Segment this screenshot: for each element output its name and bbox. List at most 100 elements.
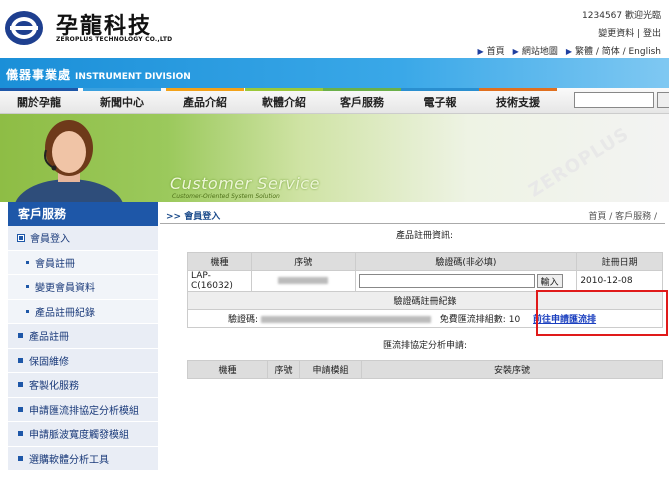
sidebar-item-label: 會員註冊 [35, 258, 75, 270]
sitemap-link-label: 網站地圖 [521, 47, 558, 57]
sidebar-item-warranty[interactable]: 保固維修 [8, 348, 158, 373]
logo-english-name: ZEROPLUS TECHNOLOGY CO.,LTD [56, 36, 173, 43]
nav-customer-service[interactable]: 客戶服務 [323, 88, 401, 114]
blurred-code [260, 316, 431, 323]
sidebar-item-label: 產品註冊紀錄 [35, 307, 95, 319]
square-bullet-icon [18, 357, 23, 363]
breadcrumb: >> 會員登入 首頁 / 客戶服務 / [160, 206, 665, 224]
division-title-cn: 儀器事業處 [6, 68, 72, 82]
breadcrumb-path: 首頁 / 客戶服務 / [588, 212, 657, 222]
sidebar-item-bus-module[interactable]: 申請匯流排協定分析模組 [8, 397, 158, 422]
table-header-row: 機種 序號 驗證碼(非必填) 註冊日期 [187, 252, 663, 271]
nav-color-bar [479, 88, 557, 91]
square-bullet-icon [18, 455, 23, 461]
nav-software[interactable]: 軟體介紹 [245, 88, 323, 114]
sidebar-item-label: 選購軟體分析工具 [29, 454, 109, 466]
code-label: 驗證碼: [228, 315, 259, 325]
table-row: LAP-C(16032) 輸入 2010-12-08 [187, 270, 663, 292]
nav-color-bar [323, 88, 401, 91]
cell-code-input: 輸入 [354, 270, 578, 292]
sidebar-item-label: 申請匯流排協定分析模組 [29, 405, 139, 417]
main-nav: 關於孕龍 新聞中心 產品介紹 軟體介紹 客戶服務 電子報 技術支援 [0, 88, 669, 114]
header-serial: 序號 [250, 252, 356, 271]
header-model: 機種 [187, 252, 252, 271]
language-links[interactable]: ▶ 繁體 / 简体 / English [566, 44, 661, 57]
nav-color-bar [166, 88, 244, 91]
bus-application-title: 匯流排協定分析申請: [383, 341, 468, 351]
free-bus-label: 免費匯流排組數: [439, 315, 506, 325]
division-title-en: INSTRUMENT DIVISION [75, 72, 191, 82]
nav-software-label: 軟體介紹 [262, 96, 306, 109]
search-input[interactable] [574, 92, 654, 108]
nav-newsletter[interactable]: 電子報 [401, 88, 479, 114]
triangle-bullet-icon: ▶ [477, 47, 484, 56]
nav-tech-support-label: 技術支援 [496, 96, 540, 109]
nav-tech-support[interactable]: 技術支援 [479, 88, 557, 114]
sidebar-item-label: 變更會員資料 [35, 283, 95, 295]
top-links: ▶ 首頁 ▶ 網站地圖 ▶ 繁體 / 简体 / English [477, 44, 661, 57]
sidebar-item-label: 會員登入 [30, 234, 70, 246]
triangle-bullet-icon: ▶ [512, 47, 519, 56]
sidebar-title: 客戶服務 [8, 202, 158, 226]
header-module: 申請模組 [299, 360, 362, 379]
sidebar-item-member-register[interactable]: 會員註冊 [8, 250, 158, 275]
zeroplus-logo-icon[interactable] [4, 8, 44, 48]
nav-products[interactable]: 產品介紹 [166, 88, 244, 114]
square-bullet-icon [18, 333, 23, 339]
sitemap-link[interactable]: ▶ 網站地圖 [513, 44, 558, 57]
square-bullet-icon [26, 309, 29, 313]
header-register-date: 註冊日期 [576, 252, 663, 271]
home-link-label: 首頁 [486, 47, 505, 57]
cell-model: LAP-C(16032) [187, 270, 252, 292]
header-verification-code: 驗證碼(非必填) [354, 252, 578, 271]
nav-about[interactable]: 關於孕龍 [0, 88, 78, 114]
hero-brand-watermark: ZEROPLUS [525, 123, 634, 202]
verification-code-input[interactable] [358, 274, 535, 288]
support-agent-photo [15, 120, 123, 202]
square-bullet-icon [18, 406, 23, 412]
logout-link[interactable]: 登出 [643, 29, 661, 39]
triangle-bullet-icon: ▶ [565, 47, 572, 56]
header: 孕龍科技 ZEROPLUS TECHNOLOGY CO.,LTD 1234567… [0, 0, 669, 58]
sidebar-item-member-login[interactable]: 會員登入 [8, 226, 158, 251]
change-profile-link[interactable]: 變更資料 [598, 29, 634, 39]
sidebar-item-software-tools[interactable]: 選購軟體分析工具 [8, 446, 158, 471]
sidebar-item-label: 產品註冊 [29, 332, 69, 344]
highlight-box [536, 290, 668, 336]
user-links: 變更資料 | 登出 [598, 26, 661, 39]
header-install-serial: 安裝序號 [361, 360, 663, 379]
user-greeting: 1234567 歡迎光臨 [582, 11, 661, 21]
sidebar-item-product-register[interactable]: 產品註冊 [8, 324, 158, 349]
nav-color-bar [83, 88, 161, 91]
square-bullet-icon [26, 260, 29, 264]
enter-button[interactable]: 輸入 [536, 274, 563, 288]
sidebar-item-customization[interactable]: 客製化服務 [8, 373, 158, 398]
nav-products-label: 產品介紹 [183, 96, 227, 109]
free-bus-count: 10 [508, 315, 521, 325]
sidebar-item-label: 申請脈波寬度觸發模組 [29, 430, 129, 442]
header-model: 機種 [187, 360, 268, 379]
nav-about-label: 關於孕龍 [17, 96, 61, 109]
hero-banner: Customer Service Customer-Oriented Syste… [0, 114, 669, 202]
hero-subtitle: Customer-Oriented System Solution [172, 193, 280, 200]
square-bullet-icon [18, 431, 23, 437]
search-button[interactable] [657, 92, 669, 108]
sidebar-item-registration-records[interactable]: 產品註冊紀錄 [8, 299, 158, 324]
square-bullet-icon [17, 233, 25, 242]
home-link[interactable]: ▶ 首頁 [477, 44, 504, 57]
sidebar-item-pulse-module[interactable]: 申請脈波寬度觸發模組 [8, 422, 158, 447]
square-bullet-icon [26, 285, 29, 289]
sidebar: 客戶服務 會員登入 會員註冊 變更會員資料 產品註冊紀錄 產品註冊 保固維修 客… [8, 202, 158, 487]
page-title: >> 會員登入 [166, 212, 221, 222]
division-title: 儀器事業處 INSTRUMENT DIVISION [6, 66, 191, 83]
sidebar-item-change-profile[interactable]: 變更會員資料 [8, 275, 158, 300]
hero-title: Customer Service [170, 174, 320, 193]
header-serial: 序號 [267, 360, 300, 379]
language-links-label: 繁體 / 简体 / English [574, 47, 661, 57]
nav-color-bar [0, 88, 78, 91]
bus-application-table: 機種 序號 申請模組 安裝序號 [187, 360, 663, 379]
nav-news-label: 新聞中心 [100, 96, 144, 109]
registration-info-title: 產品註冊資訊: [396, 231, 454, 241]
sidebar-item-label: 保固維修 [29, 356, 69, 368]
nav-news[interactable]: 新聞中心 [83, 88, 161, 114]
